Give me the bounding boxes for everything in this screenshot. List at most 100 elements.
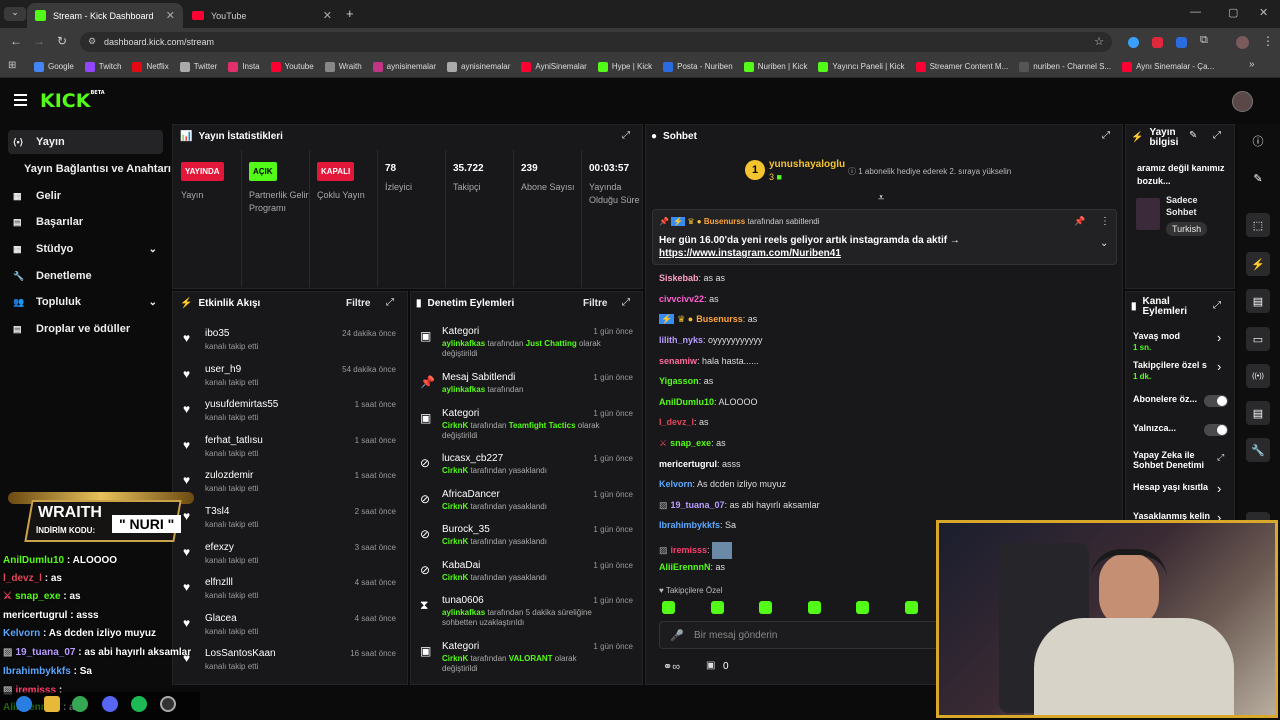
expand-icon[interactable]: ⤢: [1213, 130, 1221, 141]
chat-username[interactable]: 19_tuana_07: [671, 500, 725, 510]
emote-icon[interactable]: [662, 601, 675, 614]
chat-username[interactable]: mericertugrul: [659, 459, 717, 469]
screenshot-icon[interactable]: ⬚: [1246, 213, 1270, 237]
back-icon[interactable]: ←: [10, 34, 22, 48]
windows-icon[interactable]: [16, 696, 32, 712]
chevron-down-icon[interactable]: ⌄: [149, 244, 157, 255]
chevron-down-icon[interactable]: ⌄: [1100, 238, 1108, 249]
moderator-name[interactable]: CirknK: [442, 421, 468, 430]
bookmark-item[interactable]: aynisinemalar: [372, 61, 436, 72]
site-info-icon[interactable]: ⚙: [88, 36, 96, 47]
bookmark-item[interactable]: Wraith: [324, 61, 362, 72]
edit-icon[interactable]: ✎: [1189, 130, 1197, 141]
activity-filter-button[interactable]: Filtre: [346, 298, 370, 309]
chat-username[interactable]: Yigasson: [659, 376, 699, 386]
window-close-icon[interactable]: ✕: [1259, 6, 1268, 19]
boost-icon[interactable]: ⚡: [1246, 252, 1270, 276]
moderation-item[interactable]: ⧗ tuna0606 aylinkafkas tarafından 5 dakika…: [420, 594, 635, 630]
chrome-icon[interactable]: [72, 696, 88, 712]
moderation-item[interactable]: ▣ Kategori CirknK tarafından VALORANT olar…: [420, 640, 635, 676]
apps-grid-icon[interactable]: ⊞: [8, 60, 16, 71]
profile-avatar[interactable]: [1236, 36, 1249, 49]
bookmark-item[interactable]: Aynı Sinemalar - Ça...: [1122, 61, 1214, 72]
chevron-right-icon[interactable]: ›: [1217, 481, 1221, 496]
follower-name[interactable]: LosSantosKaan: [205, 648, 276, 659]
new-tab-icon[interactable]: +: [346, 6, 354, 21]
activity-item[interactable]: ♥ elfnzlll kanalı takip etti 4 saat önce: [183, 574, 398, 609]
nav-studio[interactable]: ▦ Stüdyo ⌄: [8, 237, 163, 261]
channel-action-item[interactable]: Takipçilere özel s 1 dk.: [1133, 360, 1215, 382]
chat-username[interactable]: iremisss: [671, 545, 708, 555]
moderator-name[interactable]: aylinkafkas: [442, 339, 485, 348]
bookmark-item[interactable]: Hype | Kick: [597, 61, 652, 72]
moderator-name[interactable]: CirknK: [442, 537, 468, 546]
expand-icon[interactable]: ⤢: [1213, 300, 1221, 311]
moderator-name[interactable]: aylinkafkas: [442, 608, 485, 617]
external-link-icon[interactable]: ⤢: [1217, 452, 1224, 463]
menu-dots-icon[interactable]: ⋮: [1262, 34, 1274, 48]
bookmark-item[interactable]: AyniSinemalar: [521, 61, 587, 72]
bookmark-item[interactable]: Insta: [228, 61, 260, 72]
bookmark-item[interactable]: Yayıncı Paneli | Kick: [818, 61, 905, 72]
info-icon[interactable]: ⓘ: [1246, 129, 1270, 153]
extension-icon[interactable]: [1152, 37, 1163, 48]
bookmarks-overflow-icon[interactable]: »: [1249, 59, 1255, 70]
moderation-item[interactable]: ⊘ KabaDai CirknK tarafından yasaklandı 1 gü…: [420, 559, 635, 595]
channel-action-item[interactable]: Yavaş mod 1 sn.: [1133, 331, 1215, 353]
nav-drops[interactable]: ▤ Droplar ve ödüller: [8, 317, 163, 341]
top-gifter-name[interactable]: yunushayaloglu: [769, 159, 845, 170]
forward-icon[interactable]: →: [33, 34, 45, 48]
follower-name[interactable]: zulozdemir: [205, 470, 253, 481]
bookmark-item[interactable]: Netflix: [132, 61, 169, 72]
notes-icon[interactable]: ▤: [1246, 289, 1270, 313]
reload-icon[interactable]: ↻: [57, 34, 67, 48]
chat-username[interactable]: senamiw: [659, 356, 697, 366]
points-icon[interactable]: ▣: [706, 660, 715, 671]
moderator-name[interactable]: aylinkafkas: [442, 385, 485, 394]
bookmark-item[interactable]: Nuriben | Kick: [743, 61, 807, 72]
channel-action-item[interactable]: Yalnızca...: [1133, 423, 1215, 433]
expand-icon[interactable]: ⤢: [622, 130, 630, 141]
chevron-down-icon[interactable]: ⌄: [149, 297, 157, 308]
chat-username[interactable]: Kelvorn: [659, 479, 693, 489]
gift-prompt[interactable]: ⓘ 1 abonelik hediye ederek 2. sıraya yük…: [848, 166, 1011, 177]
category-name[interactable]: Sadece Sohbet: [1166, 194, 1226, 218]
kick-logo[interactable]: KICKBETA: [40, 90, 105, 112]
bookmark-item[interactable]: Twitter: [179, 61, 217, 72]
obs-icon[interactable]: [160, 696, 176, 712]
activity-item[interactable]: ♥ efexzy kanalı takip etti 3 saat önce: [183, 539, 398, 574]
link-icon[interactable]: ⚭∞: [663, 660, 680, 673]
nav-stream-key[interactable]: Yayın Bağlantısı ve Anahtarı: [8, 157, 173, 181]
bookmark-item[interactable]: Google: [34, 61, 74, 72]
collapse-pinned-icon[interactable]: ⩡: [878, 192, 884, 205]
nav-moderation[interactable]: 🔧 Denetleme: [8, 264, 163, 288]
restore-icon[interactable]: ▢: [1228, 6, 1238, 19]
chevron-right-icon[interactable]: ›: [1217, 330, 1221, 345]
activity-item[interactable]: ♥ ibo35 kanalı takip etti 24 dakika önce: [183, 325, 398, 360]
channel-action-item[interactable]: Yapay Zeka ile Sohbet Denetimi: [1133, 450, 1215, 470]
follower-name[interactable]: user_h9: [205, 364, 241, 375]
activity-item[interactable]: ♥ Glacea kanalı takip etti 4 saat önce: [183, 610, 398, 645]
emote-icon[interactable]: [710, 601, 724, 614]
minimize-icon[interactable]: —: [1190, 6, 1201, 18]
activity-item[interactable]: ♥ ferhat_tatlısu kanalı takip etti 1 saat ö…: [183, 432, 398, 467]
activity-item[interactable]: ♥ zulozdemir kanalı takip etti 1 saat önce: [183, 467, 398, 502]
tab-kick-dashboard[interactable]: Stream - Kick Dashboard ✕: [27, 3, 183, 28]
pinned-link[interactable]: https://www.instagram.com/Nuriben41: [659, 248, 841, 259]
user-avatar[interactable]: [1232, 91, 1253, 112]
follower-name[interactable]: efexzy: [205, 542, 234, 553]
emote-icon[interactable]: [807, 601, 821, 614]
moderation-filter-button[interactable]: Filtre: [583, 298, 607, 309]
nav-revenue[interactable]: ▦ Gelir: [8, 184, 163, 208]
extension-icon[interactable]: [1176, 37, 1187, 48]
activity-item[interactable]: ♥ user_h9 kanalı takip etti 54 dakika önce: [183, 361, 398, 396]
bookmark-item[interactable]: aynisinemalar: [447, 61, 510, 72]
explorer-icon[interactable]: [44, 696, 60, 712]
emote-icon[interactable]: [856, 601, 869, 614]
moderator-name[interactable]: CirknK: [442, 502, 468, 511]
channel-action-item[interactable]: Abonelere öz...: [1133, 394, 1215, 404]
address-bar[interactable]: ⚙ dashboard.kick.com/stream ☆: [80, 32, 1112, 52]
chat-username[interactable]: Busenurss: [696, 314, 743, 324]
chat-username[interactable]: lilith_nyks: [659, 335, 703, 345]
activity-item[interactable]: ♥ yusufdemirtas55 kanalı takip etti 1 saat …: [183, 396, 398, 431]
